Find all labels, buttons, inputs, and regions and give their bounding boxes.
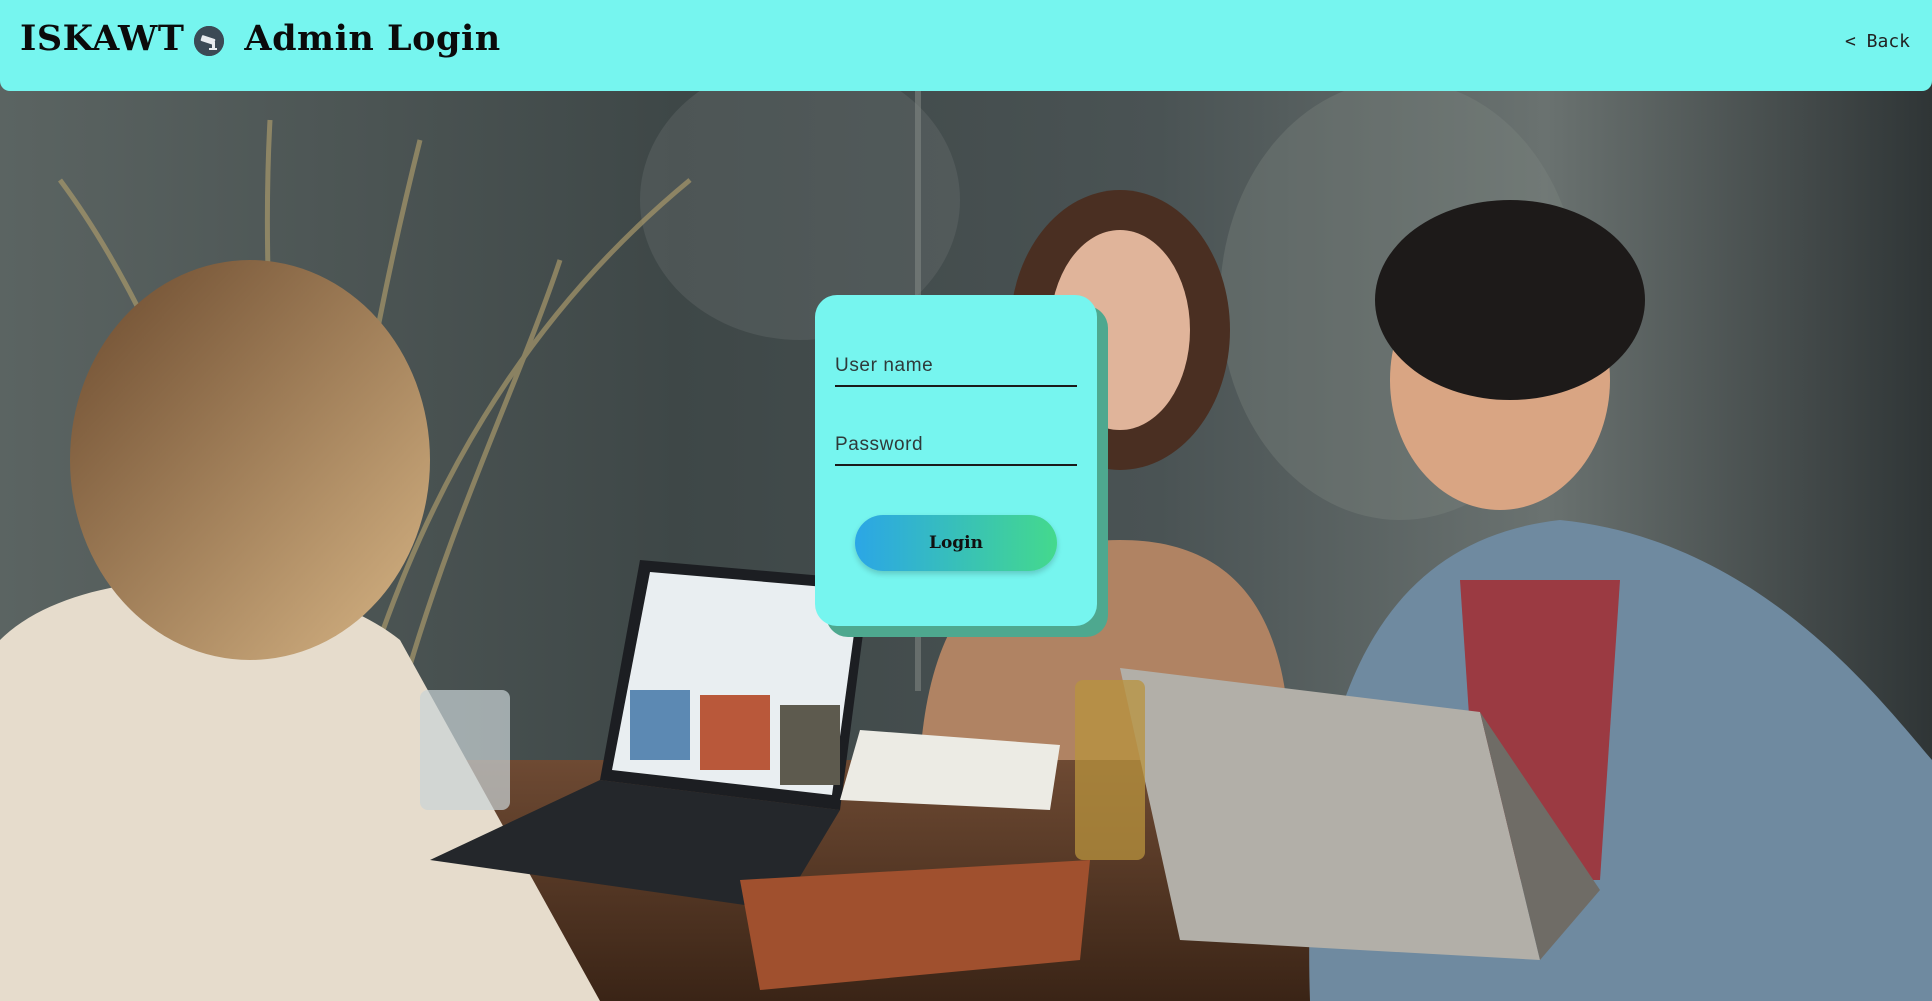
cctv-camera-icon	[194, 25, 225, 56]
top-header: ISKAWT Admin Login < Back	[0, 0, 1932, 91]
login-card: Login	[815, 295, 1097, 626]
admin-login-page: ISKAWT Admin Login < Back Login	[0, 0, 1932, 1001]
page-title: Admin Login	[244, 18, 501, 59]
login-button[interactable]: Login	[855, 515, 1057, 571]
brand: ISKAWT Admin Login	[20, 18, 501, 59]
brand-name: ISKAWT	[20, 18, 185, 59]
back-link[interactable]: < Back	[1845, 31, 1910, 52]
password-input[interactable]	[835, 426, 1077, 466]
username-input[interactable]	[835, 347, 1077, 387]
